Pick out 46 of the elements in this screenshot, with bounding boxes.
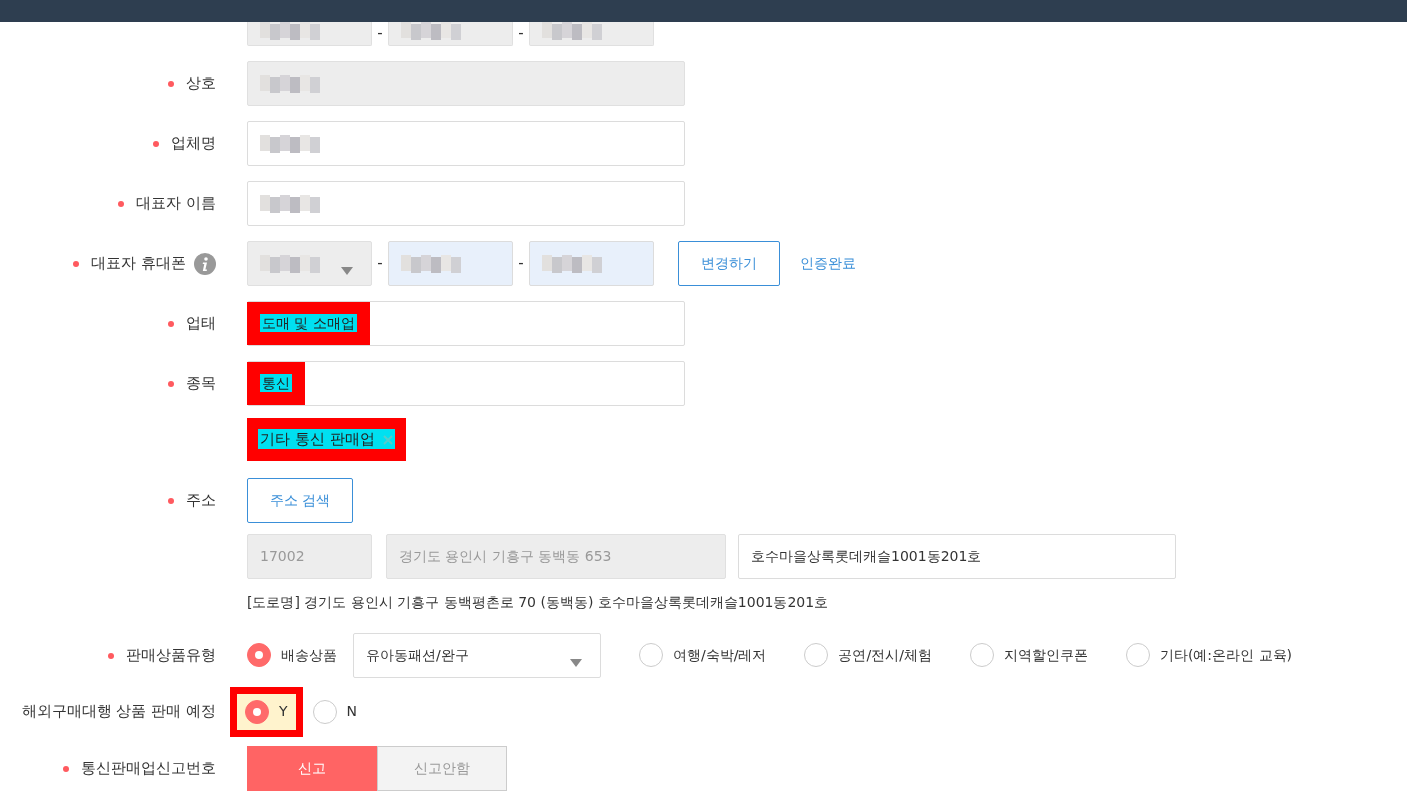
field-label: 통신판매업신고번호 xyxy=(81,757,216,779)
radio-option[interactable]: 여행/숙박/레저 xyxy=(639,643,767,667)
field-value: 유아동패션/완구 xyxy=(366,645,469,665)
field-label: 주소 xyxy=(186,489,216,511)
radio-option[interactable]: N xyxy=(312,699,358,724)
field-label: 업태 xyxy=(186,313,216,335)
radio-button[interactable] xyxy=(1125,643,1150,667)
radio-button[interactable] xyxy=(969,643,994,667)
dash-separator: - xyxy=(517,23,525,44)
radio-button[interactable] xyxy=(245,699,269,724)
input-field[interactable]: 통신 xyxy=(247,361,685,406)
input-field[interactable] xyxy=(247,121,685,166)
change-button[interactable]: 변경하기 xyxy=(678,241,780,286)
radio-option[interactable]: 배송상품 xyxy=(247,643,337,667)
field-value: 도매 및 소매업 xyxy=(260,314,357,332)
dropdown-field[interactable]: 유아동패션/완구 xyxy=(353,632,601,678)
field-label: 판매상품유형 xyxy=(126,644,216,666)
radio-button[interactable] xyxy=(312,699,337,724)
tag-label: 기타 통신 판매업 xyxy=(258,429,382,449)
field-value: 통신 xyxy=(260,374,292,392)
radio-option[interactable]: 기타(예:온라인 교육) xyxy=(1125,643,1292,667)
address-search-button[interactable]: 주소 검색 xyxy=(247,477,354,523)
radio-button[interactable] xyxy=(247,643,271,667)
field-label: 상호 xyxy=(186,73,216,95)
radio-button[interactable] xyxy=(804,643,829,667)
radio-option[interactable]: 공연/전시/체험 xyxy=(804,643,932,667)
input-field[interactable] xyxy=(388,241,513,286)
field-label: 해외구매대행 상품 판매 예정 xyxy=(21,701,216,723)
verified-link[interactable]: 인증완료 xyxy=(800,253,856,274)
field-label: 대표자 이름 xyxy=(136,193,216,215)
radio-button[interactable] xyxy=(639,643,663,667)
field-label: 대표자 휴대폰 xyxy=(91,253,186,275)
field-label: 업체명 xyxy=(171,133,216,155)
dropdown-caret-icon xyxy=(570,658,582,667)
dash-separator: - xyxy=(376,253,384,275)
input-field[interactable]: 호수마을상록롯데캐슬1001동201호 xyxy=(738,533,1176,579)
dash-separator: - xyxy=(376,23,384,44)
radio-option[interactable]: Y xyxy=(245,699,288,724)
radio-option[interactable]: 지역할인쿠폰 xyxy=(969,643,1088,667)
input-field[interactable] xyxy=(529,241,654,286)
field-label: 종목 xyxy=(186,373,216,395)
dash-separator: - xyxy=(517,253,525,275)
input-field[interactable]: 도매 및 소매업 xyxy=(247,301,685,346)
input-field[interactable] xyxy=(247,181,685,226)
close-icon[interactable] xyxy=(383,434,394,445)
road-address: [도로명] 경기도 용인시 기흥구 동백평촌로 70 (동백동) 호수마을상록롯데캐슬1001동201호 xyxy=(247,593,829,612)
